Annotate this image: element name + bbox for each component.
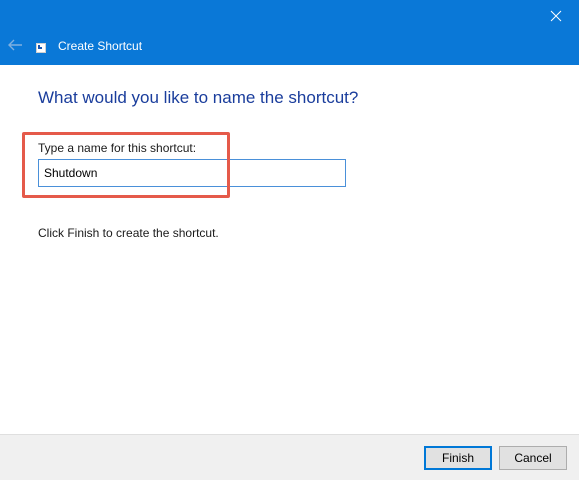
finish-button[interactable]: Finish bbox=[424, 446, 492, 470]
shortcut-icon bbox=[36, 43, 46, 53]
finish-hint-text: Click Finish to create the shortcut. bbox=[38, 226, 219, 240]
page-heading: What would you like to name the shortcut… bbox=[38, 88, 359, 107]
close-icon bbox=[550, 10, 562, 22]
shortcut-name-label: Type a name for this shortcut: bbox=[38, 141, 197, 155]
title-bar: Create Shortcut bbox=[0, 0, 579, 65]
back-arrow-icon bbox=[8, 39, 22, 51]
back-button[interactable] bbox=[4, 34, 26, 56]
shortcut-name-input[interactable] bbox=[38, 159, 346, 187]
close-button[interactable] bbox=[533, 0, 579, 32]
button-bar bbox=[0, 434, 579, 480]
cancel-button[interactable]: Cancel bbox=[499, 446, 567, 470]
window-title: Create Shortcut bbox=[58, 39, 143, 53]
